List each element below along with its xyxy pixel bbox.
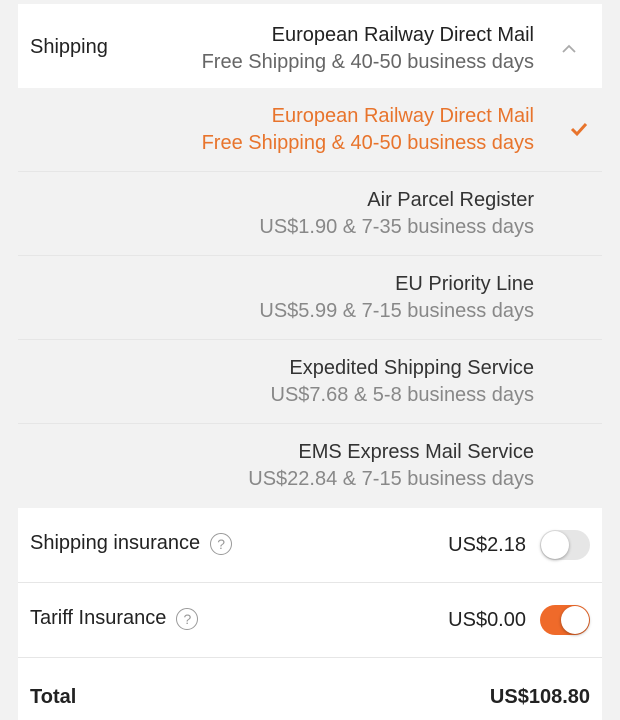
shipping-header[interactable]: Shipping European Railway Direct Mail Fr… [18, 4, 602, 88]
toggle-knob [541, 531, 569, 559]
shipping-insurance-toggle[interactable] [540, 530, 590, 560]
shipping-option[interactable]: EU Priority Line US$5.99 & 7-15 business… [18, 256, 602, 340]
option-detail: US$5.99 & 7-15 business days [259, 300, 534, 322]
help-icon[interactable]: ? [176, 607, 199, 630]
option-name: Air Parcel Register [367, 189, 534, 211]
help-icon[interactable]: ? [210, 532, 233, 555]
selected-method-name: European Railway Direct Mail [271, 24, 534, 46]
shipping-label: Shipping [30, 36, 108, 58]
insurance-and-total-card: Shipping insurance? US$2.18 Tariff Insur… [18, 508, 602, 720]
chevron-up-icon[interactable] [562, 42, 576, 56]
tariff-insurance-row: Tariff Insurance? US$0.00 [18, 583, 602, 658]
total-value: US$108.80 [489, 686, 590, 708]
checkmark-icon [570, 122, 588, 137]
shipping-options-list: European Railway Direct Mail Free Shippi… [18, 88, 602, 507]
option-detail: Free Shipping & 40-50 business days [201, 132, 534, 154]
shipping-option[interactable]: Expedited Shipping Service US$7.68 & 5-8… [18, 340, 602, 424]
shipping-option[interactable]: Air Parcel Register US$1.90 & 7-35 busin… [18, 172, 602, 256]
option-detail: US$22.84 & 7-15 business days [248, 468, 534, 490]
toggle-knob [561, 606, 589, 634]
shipping-insurance-label: Shipping insurance [30, 532, 201, 554]
option-name: EMS Express Mail Service [298, 441, 534, 463]
tariff-insurance-toggle[interactable] [540, 605, 590, 635]
shipping-option[interactable]: EMS Express Mail Service US$22.84 & 7-15… [18, 424, 602, 507]
tariff-insurance-price: US$0.00 [448, 609, 526, 631]
option-name: Expedited Shipping Service [289, 357, 534, 379]
selected-method-detail: Free Shipping & 40-50 business days [201, 51, 534, 73]
option-detail: US$7.68 & 5-8 business days [270, 384, 535, 406]
total-label: Total [30, 686, 77, 708]
shipping-insurance-price: US$2.18 [448, 534, 526, 556]
option-name: EU Priority Line [395, 273, 534, 295]
option-detail: US$1.90 & 7-35 business days [259, 216, 534, 238]
option-name: European Railway Direct Mail [271, 105, 534, 127]
shipping-option[interactable]: European Railway Direct Mail Free Shippi… [18, 88, 602, 172]
selected-shipping-summary: European Railway Direct Mail Free Shippi… [202, 22, 534, 76]
tariff-insurance-label: Tariff Insurance [30, 607, 167, 629]
shipping-insurance-row: Shipping insurance? US$2.18 [18, 508, 602, 583]
